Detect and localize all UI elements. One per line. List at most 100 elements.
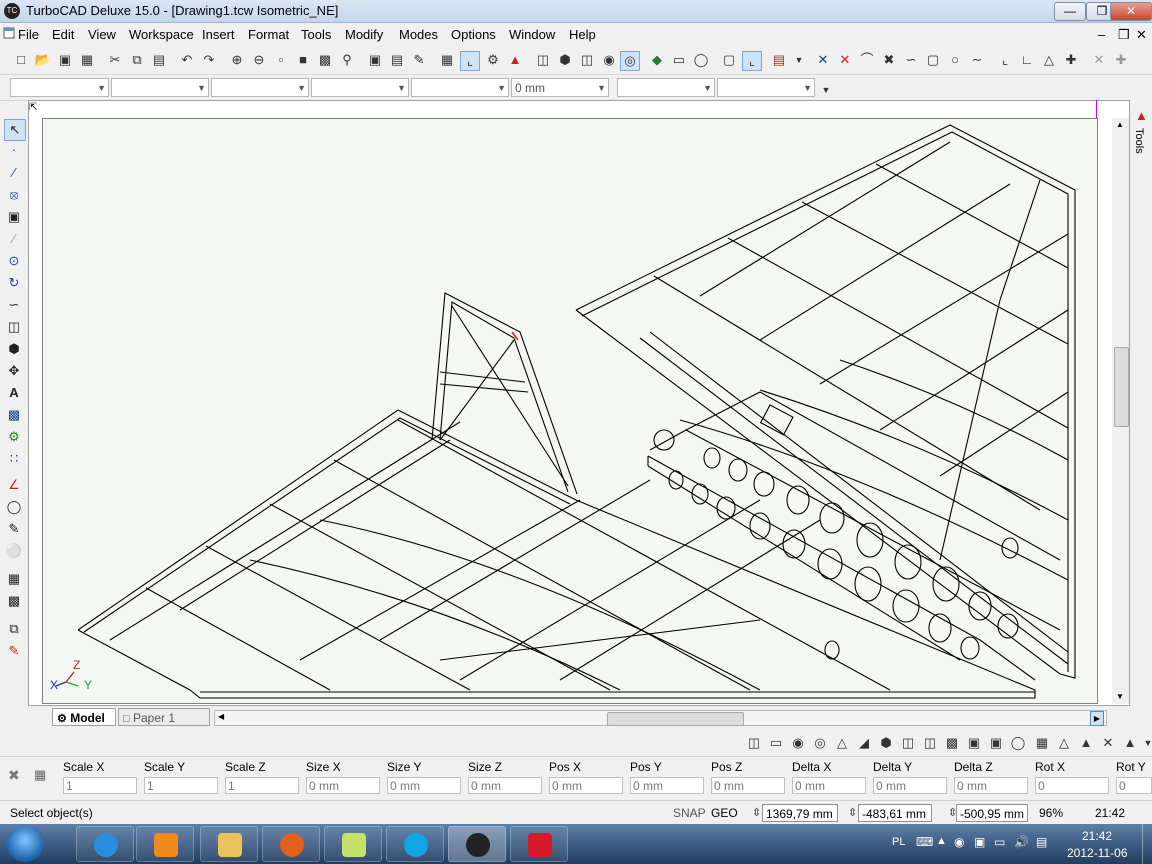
- undo-icon[interactable]: ↶: [178, 51, 196, 69]
- tab-paper[interactable]: □ Paper 1: [118, 708, 210, 726]
- prism-icon[interactable]: ⬢: [877, 734, 895, 752]
- arrow-up-icon[interactable]: ▲: [936, 835, 947, 847]
- thickness-combo[interactable]: 0 mm ▼: [511, 78, 609, 97]
- trim-icon[interactable]: ✚: [1062, 51, 1080, 69]
- menu-view[interactable]: View: [88, 27, 116, 42]
- pen-style-combo[interactable]: ▼: [211, 78, 309, 97]
- horizontal-scroll-thumb[interactable]: [607, 712, 744, 726]
- extrude-icon[interactable]: ◫: [899, 734, 917, 752]
- box-3d-icon[interactable]: ◫: [4, 317, 24, 337]
- construction-line-icon[interactable]: ∕: [4, 229, 24, 249]
- dimension-icon[interactable]: ∠: [4, 475, 24, 495]
- workplane-reset-icon[interactable]: ◯: [692, 51, 710, 69]
- library-icon[interactable]: ▤: [770, 51, 788, 69]
- ucs-icon[interactable]: ⌞: [742, 51, 762, 71]
- select-arrow-icon[interactable]: ↖: [4, 119, 26, 141]
- circle-tool-icon[interactable]: ○: [946, 51, 964, 69]
- taskbar-media-player-button[interactable]: [136, 826, 194, 862]
- menu-edit[interactable]: Edit: [52, 27, 74, 42]
- scroll-down-icon[interactable]: ▼: [1116, 692, 1124, 701]
- inspector-field-scale-z[interactable]: 1: [225, 777, 299, 794]
- taskbar-turbocad-button[interactable]: [448, 826, 506, 862]
- arc-tool-icon[interactable]: ↻: [4, 273, 24, 293]
- taskbar-sticky-notes-button[interactable]: [324, 826, 382, 862]
- network-icon[interactable]: ▣: [974, 835, 985, 849]
- scroll-right-icon[interactable]: ▶: [1090, 711, 1104, 726]
- point-tool-icon[interactable]: ⋅: [4, 141, 24, 161]
- bezier-icon[interactable]: ∽: [902, 51, 920, 69]
- walkthrough-icon[interactable]: ◎: [620, 51, 640, 71]
- slice-icon[interactable]: △: [1055, 734, 1073, 752]
- line-tool-icon[interactable]: ✕: [814, 51, 832, 69]
- turbocad-app-icon[interactable]: TC: [4, 3, 20, 19]
- symbol-icon[interactable]: ⚙: [4, 427, 24, 447]
- arc-tool-icon[interactable]: ⌒: [858, 51, 876, 69]
- chamfer-3d-icon[interactable]: ▲: [1121, 734, 1139, 752]
- menu-window[interactable]: Window: [509, 27, 555, 42]
- minimize-button[interactable]: —: [1054, 2, 1086, 21]
- texture-combo[interactable]: ▼: [717, 78, 815, 97]
- fillet-icon[interactable]: ⌞: [996, 51, 1014, 69]
- mdi-close-button[interactable]: ✕: [1136, 27, 1147, 43]
- sphere-icon[interactable]: ◯: [4, 497, 24, 517]
- taskbar-file-explorer-button[interactable]: [200, 826, 258, 862]
- document-menu-icon[interactable]: [3, 27, 15, 39]
- inspector-field-size-z[interactable]: 0 mm: [468, 777, 542, 794]
- coord-z-field[interactable]: -500,95 mm: [956, 804, 1028, 822]
- group-icon[interactable]: ⚪: [4, 541, 24, 561]
- material-icon[interactable]: ▲: [506, 51, 524, 69]
- toolbar-overflow-icon[interactable]: ▼: [790, 51, 808, 69]
- geo-mode-button[interactable]: GEO: [711, 804, 738, 822]
- keyboard-icon[interactable]: ⌨: [916, 835, 933, 849]
- coord-y-field[interactable]: -483,61 mm: [858, 804, 932, 822]
- inspector-field-pos-z[interactable]: 0 mm: [711, 777, 785, 794]
- menu-options[interactable]: Options: [451, 27, 496, 42]
- measure-icon[interactable]: ✎: [4, 641, 24, 661]
- chamfer-icon[interactable]: ∟: [1018, 51, 1036, 69]
- menu-help[interactable]: Help: [569, 27, 596, 42]
- sweep-icon[interactable]: ▩: [943, 734, 961, 752]
- camera-icon[interactable]: ◉: [600, 51, 618, 69]
- inspector-field-scale-y[interactable]: 1: [144, 777, 218, 794]
- tools-palette-label[interactable]: Tools: [1133, 128, 1145, 154]
- toolbar-overflow-icon[interactable]: ▼: [1139, 734, 1152, 752]
- polyline-icon[interactable]: ✖: [880, 51, 898, 69]
- mdi-minimize-button[interactable]: –: [1098, 27, 1105, 42]
- zoom-all-icon[interactable]: ▩: [316, 51, 334, 69]
- show-desktop-button[interactable]: [1142, 824, 1152, 864]
- move-icon[interactable]: ✥: [4, 361, 24, 381]
- zoom-window-icon[interactable]: ▫: [272, 51, 290, 69]
- menu-modes[interactable]: Modes: [399, 27, 438, 42]
- rectangle-tool-icon[interactable]: ▣: [4, 207, 24, 227]
- inspector-field-delta-x[interactable]: 0 mm: [792, 777, 866, 794]
- hatch-icon[interactable]: ▩: [4, 405, 24, 425]
- circle-tool-icon[interactable]: ⊙: [4, 251, 24, 271]
- zoom-out-icon[interactable]: ⊖: [250, 51, 268, 69]
- inspector-field-rot-y[interactable]: 0: [1116, 777, 1152, 794]
- view-top-icon[interactable]: ◫: [578, 51, 596, 69]
- taskbar-paint-app-button[interactable]: [510, 826, 568, 862]
- workplane-icon[interactable]: ◆: [648, 51, 666, 69]
- zoom-previous-icon[interactable]: ⚲: [338, 51, 356, 69]
- open-folder-icon[interactable]: 📂: [34, 51, 52, 69]
- offset-icon[interactable]: △: [1040, 51, 1058, 69]
- taskbar-internet-explorer-button[interactable]: [76, 826, 134, 862]
- loft-icon[interactable]: ▣: [965, 734, 983, 752]
- text-tool-icon[interactable]: A: [4, 383, 24, 403]
- menu-file[interactable]: File: [18, 27, 39, 42]
- layers-icon[interactable]: ▣: [366, 51, 384, 69]
- boolean-icon[interactable]: ◯: [1009, 734, 1027, 752]
- inspector-field-size-y[interactable]: 0 mm: [387, 777, 461, 794]
- view-front-icon[interactable]: ◫: [534, 51, 552, 69]
- menu-tools[interactable]: Tools: [301, 27, 331, 42]
- torus-icon[interactable]: ◎: [811, 734, 829, 752]
- page-setup-icon[interactable]: ▢: [720, 51, 738, 69]
- scroll-up-icon[interactable]: ▲: [1116, 120, 1124, 129]
- inspector-field-pos-x[interactable]: 0 mm: [549, 777, 623, 794]
- workplane-by-face-icon[interactable]: ▭: [670, 51, 688, 69]
- snap-grid-icon[interactable]: ⌞: [460, 51, 480, 71]
- inspector-field-rot-x[interactable]: 0: [1035, 777, 1109, 794]
- device-icon[interactable]: ▭: [994, 835, 1005, 849]
- zoom-in-icon[interactable]: ⊕: [228, 51, 246, 69]
- grid-icon[interactable]: ▦: [1033, 734, 1051, 752]
